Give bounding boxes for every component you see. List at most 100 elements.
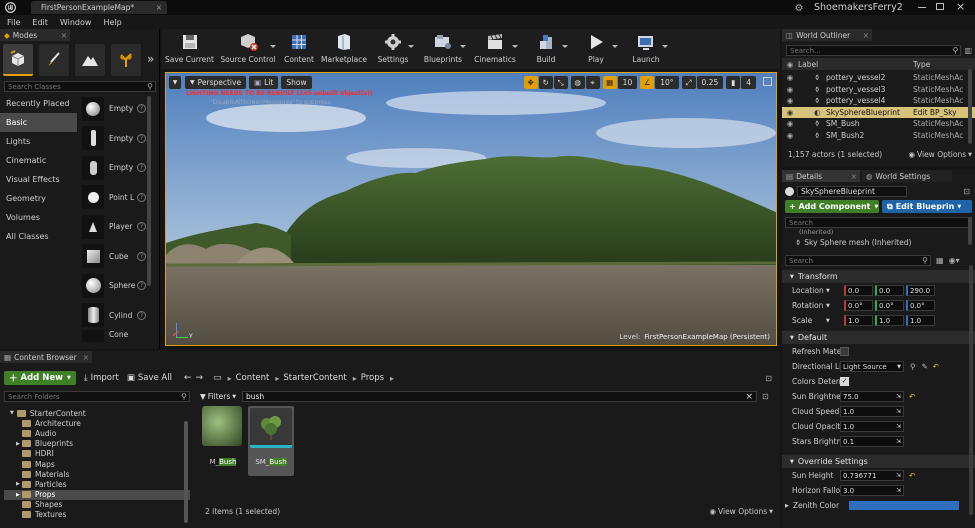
add-new-button[interactable]: ＋ Add New ▼ <box>4 371 76 385</box>
lit-button[interactable]: ▣ Lit <box>249 76 279 89</box>
modes-tab[interactable]: ◆ Modes × <box>0 29 70 41</box>
class-item[interactable]: Cube? <box>82 242 147 272</box>
outliner-scrollbar[interactable] <box>968 69 972 144</box>
outliner-row[interactable]: ◉ ⚱ SM_Bush2 StaticMeshAc <box>782 130 975 142</box>
reset-arrow-icon[interactable]: ↶ <box>909 471 915 480</box>
angle-snap-value[interactable]: 10° <box>655 76 679 89</box>
property-matrix-icon[interactable]: ▦ <box>936 256 944 265</box>
category-all-classes[interactable]: All Classes <box>0 227 77 246</box>
folder-item-starter-content[interactable]: ▼ StarterContent <box>4 408 190 418</box>
filters-button[interactable]: ▼ Filters ▼ <box>200 392 242 401</box>
cloud-speed-field[interactable]: 1.0 ⇲ <box>840 406 904 417</box>
cinematics-button[interactable]: Cinematics <box>469 29 521 69</box>
close-window-icon[interactable]: × <box>956 0 965 13</box>
folder-item-shapes[interactable]: Shapes <box>4 500 190 510</box>
category-geometry[interactable]: Geometry <box>0 189 77 208</box>
class-item[interactable]: Sphere? <box>82 271 147 301</box>
outliner-options-icon[interactable]: ▥ <box>964 46 972 55</box>
show-button[interactable]: Show <box>281 76 312 89</box>
close-tab-icon[interactable]: × <box>851 172 857 181</box>
chevron-down-icon[interactable] <box>662 45 668 48</box>
place-mode-button[interactable] <box>3 44 33 76</box>
class-item[interactable]: Player? <box>82 212 147 242</box>
forward-arrow-icon[interactable]: → <box>196 373 204 383</box>
content-button[interactable]: Content <box>279 29 319 69</box>
property-search[interactable]: ⚲ <box>785 255 931 266</box>
camera-speed-value[interactable]: 4 <box>741 76 756 89</box>
maximize-viewport-icon[interactable] <box>763 77 772 86</box>
category-lights[interactable]: Lights <box>0 132 77 151</box>
chevron-down-icon[interactable]: ▼ <box>826 318 844 324</box>
folder-item-architecture[interactable]: Architecture <box>4 418 190 428</box>
folder-item-props[interactable]: ▶ Props <box>4 489 190 500</box>
actor-name-field[interactable]: SkySphereBlueprint <box>797 186 907 197</box>
folder-item-hdri[interactable]: HDRI <box>4 449 190 459</box>
rotation-x[interactable]: 0.0° <box>844 300 873 311</box>
settings-button[interactable]: Settings <box>369 29 417 69</box>
outliner-row[interactable]: ◉ ⚱ pottery_vessel3 StaticMeshAc <box>782 84 975 96</box>
close-tab-icon[interactable]: × <box>863 31 869 40</box>
scale-snap-button[interactable]: ⤢ <box>681 76 696 89</box>
rotate-tool-button[interactable]: ↻ <box>538 76 553 89</box>
class-search[interactable]: ⚲ <box>4 81 156 92</box>
folder-item-particles[interactable]: ▶ Particles <box>4 479 190 489</box>
content-browser-tab[interactable]: ▦ Content Browser × <box>0 351 92 363</box>
help-icon[interactable]: ? <box>137 222 146 232</box>
chevron-down-icon[interactable] <box>612 45 618 48</box>
chevron-down-icon[interactable] <box>270 45 276 48</box>
menu-edit[interactable]: Edit <box>32 18 48 27</box>
world-outliner-tab[interactable]: ◫ World Outliner × <box>782 29 872 41</box>
details-tab[interactable]: ▤ Details × <box>782 170 860 182</box>
type-column-header[interactable]: Type <box>913 60 930 69</box>
path-content[interactable]: Content <box>236 373 270 383</box>
scale-z[interactable]: 1.0 <box>906 315 935 326</box>
asset-tile[interactable]: M_Bush <box>202 406 244 476</box>
back-arrow-icon[interactable]: ← <box>184 373 192 383</box>
class-search-input[interactable] <box>5 82 135 91</box>
asset-tile-selected[interactable]: SM_Bush <box>248 406 294 476</box>
location-x[interactable]: 0.0 <box>844 285 873 296</box>
outliner-search-input[interactable] <box>787 46 927 55</box>
folder-item-materials[interactable]: Materials <box>4 469 190 479</box>
asset-search[interactable]: bush × <box>242 391 757 402</box>
lock-icon[interactable]: ⊡ <box>765 374 772 383</box>
source-control-button[interactable]: Source Control <box>217 29 279 69</box>
colors-determined-checkbox[interactable]: ✓ <box>840 377 849 386</box>
help-icon[interactable]: ? <box>137 310 146 320</box>
world-space-button[interactable]: ◍ <box>570 76 585 89</box>
asset-search-input[interactable]: bush <box>243 392 264 401</box>
add-component-button[interactable]: + Add Component ▼ <box>785 200 879 213</box>
outliner-row-selected[interactable]: ◉ ◐ SkySphereBlueprint Edit BP_Sky <box>782 106 975 118</box>
label-column-header[interactable]: Label <box>798 60 913 69</box>
folder-item-maps[interactable]: Maps <box>4 459 190 469</box>
folder-item-textures[interactable]: Textures <box>4 510 190 520</box>
folder-search[interactable]: ⚲ <box>4 391 190 402</box>
reset-arrow-icon[interactable]: ↶ <box>933 362 939 371</box>
grid-size-value[interactable]: 10 <box>617 76 638 89</box>
foliage-mode-button[interactable] <box>111 44 141 76</box>
component-root[interactable]: (Inherited) <box>785 229 972 237</box>
component-scrollbar[interactable] <box>968 217 972 245</box>
chevron-down-icon[interactable] <box>512 45 518 48</box>
chevron-down-icon[interactable]: ▼ <box>826 303 844 309</box>
refresh-material-checkbox[interactable] <box>840 347 849 356</box>
import-button[interactable]: ⤓ Import <box>84 373 119 383</box>
outliner-search[interactable]: ⚲ <box>786 45 962 56</box>
component-item[interactable]: ⚱ Sky Sphere mesh (Inherited) <box>785 237 972 248</box>
menu-file[interactable]: File <box>7 18 20 27</box>
search-icon[interactable]: ⚲ <box>910 362 916 371</box>
eye-icon[interactable]: ◉ <box>782 96 798 105</box>
override-settings-section[interactable]: ▼ Override Settings <box>782 455 975 468</box>
transform-section[interactable]: ▼ Transform <box>782 270 975 283</box>
gear-icon[interactable]: ⚙ <box>793 2 805 14</box>
scale-snap-value[interactable]: 0.25 <box>696 76 724 89</box>
chevron-down-icon[interactable]: ▼ <box>826 288 844 294</box>
help-icon[interactable]: ? <box>137 163 146 173</box>
grid-snap-button[interactable]: ▦ <box>602 76 617 89</box>
class-item[interactable]: Empty? <box>82 124 147 154</box>
eye-icon[interactable]: ◉ <box>782 85 798 94</box>
perspective-button[interactable]: ▼ Perspective <box>185 76 247 89</box>
sun-height-field[interactable]: 0.736771 ⇲ <box>840 470 904 481</box>
chevron-down-icon[interactable] <box>562 45 568 48</box>
stars-brightness-field[interactable]: 0.1 ⇲ <box>840 436 904 447</box>
